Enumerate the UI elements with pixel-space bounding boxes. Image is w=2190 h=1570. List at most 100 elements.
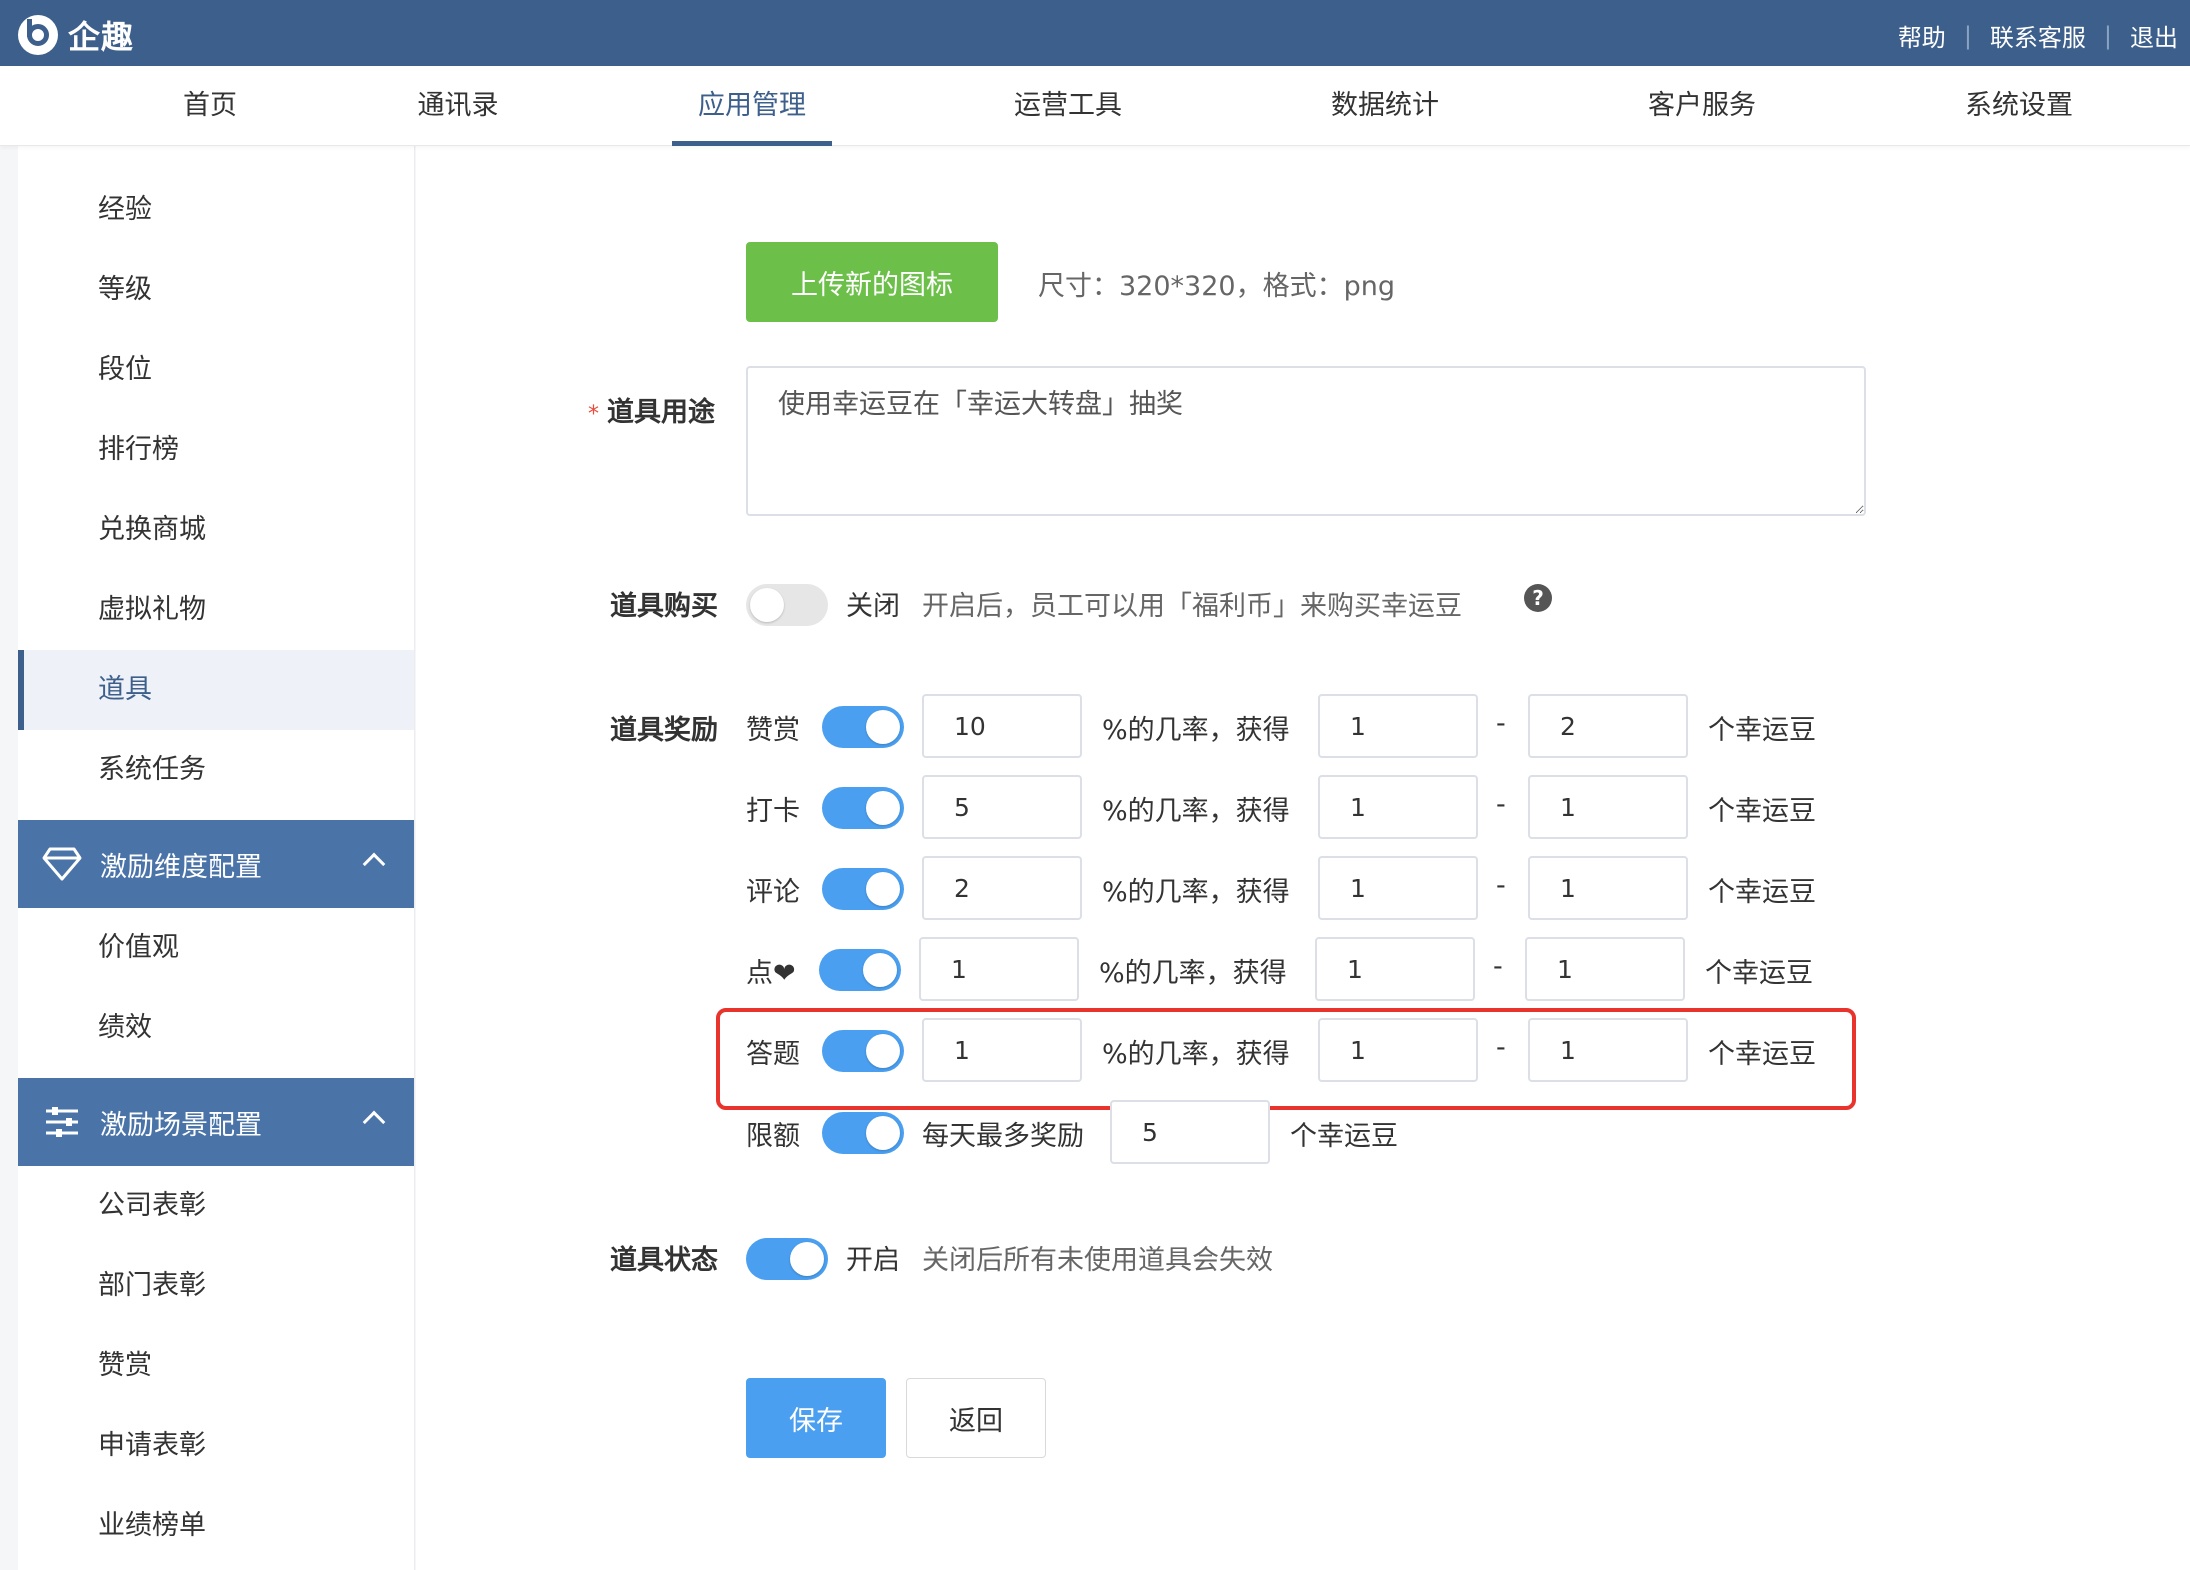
help-link[interactable]: 帮助 (1898, 18, 1946, 53)
reward-max-input[interactable] (1528, 775, 1688, 839)
logo-text: 企趣 (68, 18, 135, 56)
reward-unit: 个幸运豆 (1708, 715, 1816, 746)
purchase-hint: 开启后，员工可以用「福利币」来购买幸运豆 (922, 591, 1462, 622)
purchase-toggle[interactable] (746, 584, 828, 626)
divider: | (2103, 21, 2112, 50)
top-bar: 企趣 帮助 | 联系客服 | 退出 (0, 0, 2190, 66)
reward-min-input[interactable] (1318, 694, 1478, 758)
reward-max-input[interactable] (1528, 694, 1688, 758)
logo[interactable]: 企趣 (18, 12, 134, 58)
top-links: 帮助 | 联系客服 | 退出 (1898, 18, 2178, 53)
reward-min-input[interactable] (1318, 856, 1478, 920)
contact-support-link[interactable]: 联系客服 (1990, 18, 2086, 53)
sidebar-item-values[interactable]: 价值观 (18, 908, 414, 988)
reward-name: 赞赏 (746, 715, 800, 746)
purchase-label: 道具购买 (610, 591, 718, 622)
reward-name: 答题 (746, 1039, 800, 1070)
sidebar-item-title[interactable] (18, 146, 414, 170)
nav-app-management[interactable]: 应用管理 (672, 66, 832, 146)
reward-unit: 个幸运豆 (1705, 958, 1813, 989)
sidebar-item-department-commendation[interactable]: 部门表彰 (18, 1246, 414, 1326)
reward-rate-text: %的几率，获得 (1099, 958, 1287, 989)
chevron-up-icon (362, 1110, 386, 1134)
reward-label: 道具奖励 (610, 715, 718, 746)
sidebar-group-incentive-dimension[interactable]: 激励维度配置 (18, 820, 414, 908)
save-button[interactable]: 保存 (746, 1378, 886, 1458)
reward-unit: 个幸运豆 (1708, 796, 1816, 827)
sidebar-item-virtual-gifts[interactable]: 虚拟礼物 (18, 570, 414, 650)
usage-textarea[interactable]: 使用幸运豆在「幸运大转盘」抽奖 (746, 366, 1866, 516)
sidebar-group-label: 激励场景配置 (100, 1109, 262, 1141)
reward-rate-input[interactable] (922, 775, 1082, 839)
sidebar-item-apply-commendation[interactable]: 申请表彰 (18, 1406, 414, 1486)
nav-contacts[interactable]: 通讯录 (418, 66, 499, 146)
sidebar-item-level[interactable]: 等级 (18, 250, 414, 330)
reward-min-input[interactable] (1315, 937, 1475, 1001)
reward-rate-input[interactable] (922, 856, 1082, 920)
help-icon[interactable]: ? (1524, 584, 1552, 612)
limit-name: 限额 (746, 1121, 800, 1152)
reward-toggle[interactable] (822, 1030, 904, 1072)
purchase-state: 关闭 (846, 591, 900, 622)
range-dash: - (1496, 1032, 1506, 1063)
reward-rate-input[interactable] (919, 937, 1079, 1001)
limit-toggle[interactable] (822, 1112, 904, 1154)
reward-rate-text: %的几率，获得 (1102, 715, 1290, 746)
logout-link[interactable]: 退出 (2130, 18, 2178, 53)
reward-toggle[interactable] (822, 868, 904, 910)
status-hint: 关闭后所有未使用道具会失效 (922, 1245, 1273, 1276)
usage-label: * 道具用途 (588, 397, 715, 428)
sliders-icon (42, 1102, 82, 1142)
nav-statistics[interactable]: 数据统计 (1331, 66, 1439, 146)
diamond-icon (42, 844, 82, 884)
reward-rate-input[interactable] (922, 1018, 1082, 1082)
range-dash: - (1496, 870, 1506, 901)
limit-prefix: 每天最多奖励 (922, 1121, 1084, 1152)
sidebar-item-performance-board[interactable]: 业绩榜单 (18, 1486, 414, 1566)
divider: | (1963, 21, 1972, 50)
status-toggle[interactable] (746, 1238, 828, 1280)
reward-max-input[interactable] (1525, 937, 1685, 1001)
sidebar-item-company-commendation[interactable]: 公司表彰 (18, 1166, 414, 1246)
sidebar-group-incentive-scene[interactable]: 激励场景配置 (18, 1078, 414, 1166)
sidebar: 经验 等级 段位 排行榜 兑换商城 虚拟礼物 道具 系统任务 激励维度配置 价值… (18, 146, 415, 1570)
nav-home[interactable]: 首页 (183, 66, 237, 146)
sidebar-item-props[interactable]: 道具 (18, 650, 414, 730)
upload-icon-button[interactable]: 上传新的图标 (746, 242, 998, 322)
chevron-up-icon (362, 852, 386, 876)
reward-name: 点❤ (746, 958, 796, 989)
upload-hint: 尺寸：320*320，格式：png (1038, 271, 1395, 302)
reward-min-input[interactable] (1318, 775, 1478, 839)
range-dash: - (1493, 951, 1503, 982)
sidebar-group-label: 激励维度配置 (100, 851, 262, 883)
logo-icon (18, 15, 58, 55)
reward-toggle[interactable] (822, 787, 904, 829)
nav-operation-tools[interactable]: 运营工具 (1014, 66, 1122, 146)
back-button[interactable]: 返回 (906, 1378, 1046, 1458)
main-content: 上传新的图标 尺寸：320*320，格式：png * 道具用途 使用幸运豆在「幸运… (416, 146, 2190, 1570)
reward-toggle[interactable] (819, 949, 901, 991)
reward-name: 评论 (746, 877, 800, 908)
reward-max-input[interactable] (1528, 856, 1688, 920)
sidebar-item-system-tasks[interactable]: 系统任务 (18, 730, 414, 810)
status-state: 开启 (846, 1245, 900, 1276)
reward-rate-input[interactable] (922, 694, 1082, 758)
sidebar-item-leaderboard[interactable]: 排行榜 (18, 410, 414, 490)
sidebar-item-rank[interactable]: 段位 (18, 330, 414, 410)
reward-min-input[interactable] (1318, 1018, 1478, 1082)
reward-unit: 个幸运豆 (1708, 877, 1816, 908)
sidebar-item-experience[interactable]: 经验 (18, 170, 414, 250)
reward-max-input[interactable] (1528, 1018, 1688, 1082)
limit-input[interactable] (1110, 1100, 1270, 1164)
nav-system-settings[interactable]: 系统设置 (1965, 66, 2073, 146)
sidebar-item-performance[interactable]: 绩效 (18, 988, 414, 1068)
reward-rate-text: %的几率，获得 (1102, 877, 1290, 908)
main-nav: 首页 通讯录 应用管理 运营工具 数据统计 客户服务 系统设置 (0, 66, 2190, 146)
sidebar-item-appreciation[interactable]: 赞赏 (18, 1326, 414, 1406)
reward-rate-text: %的几率，获得 (1102, 1039, 1290, 1070)
reward-name: 打卡 (746, 796, 800, 827)
nav-customer-service[interactable]: 客户服务 (1648, 66, 1756, 146)
range-dash: - (1496, 708, 1506, 739)
sidebar-item-exchange-mall[interactable]: 兑换商城 (18, 490, 414, 570)
reward-toggle[interactable] (822, 706, 904, 748)
